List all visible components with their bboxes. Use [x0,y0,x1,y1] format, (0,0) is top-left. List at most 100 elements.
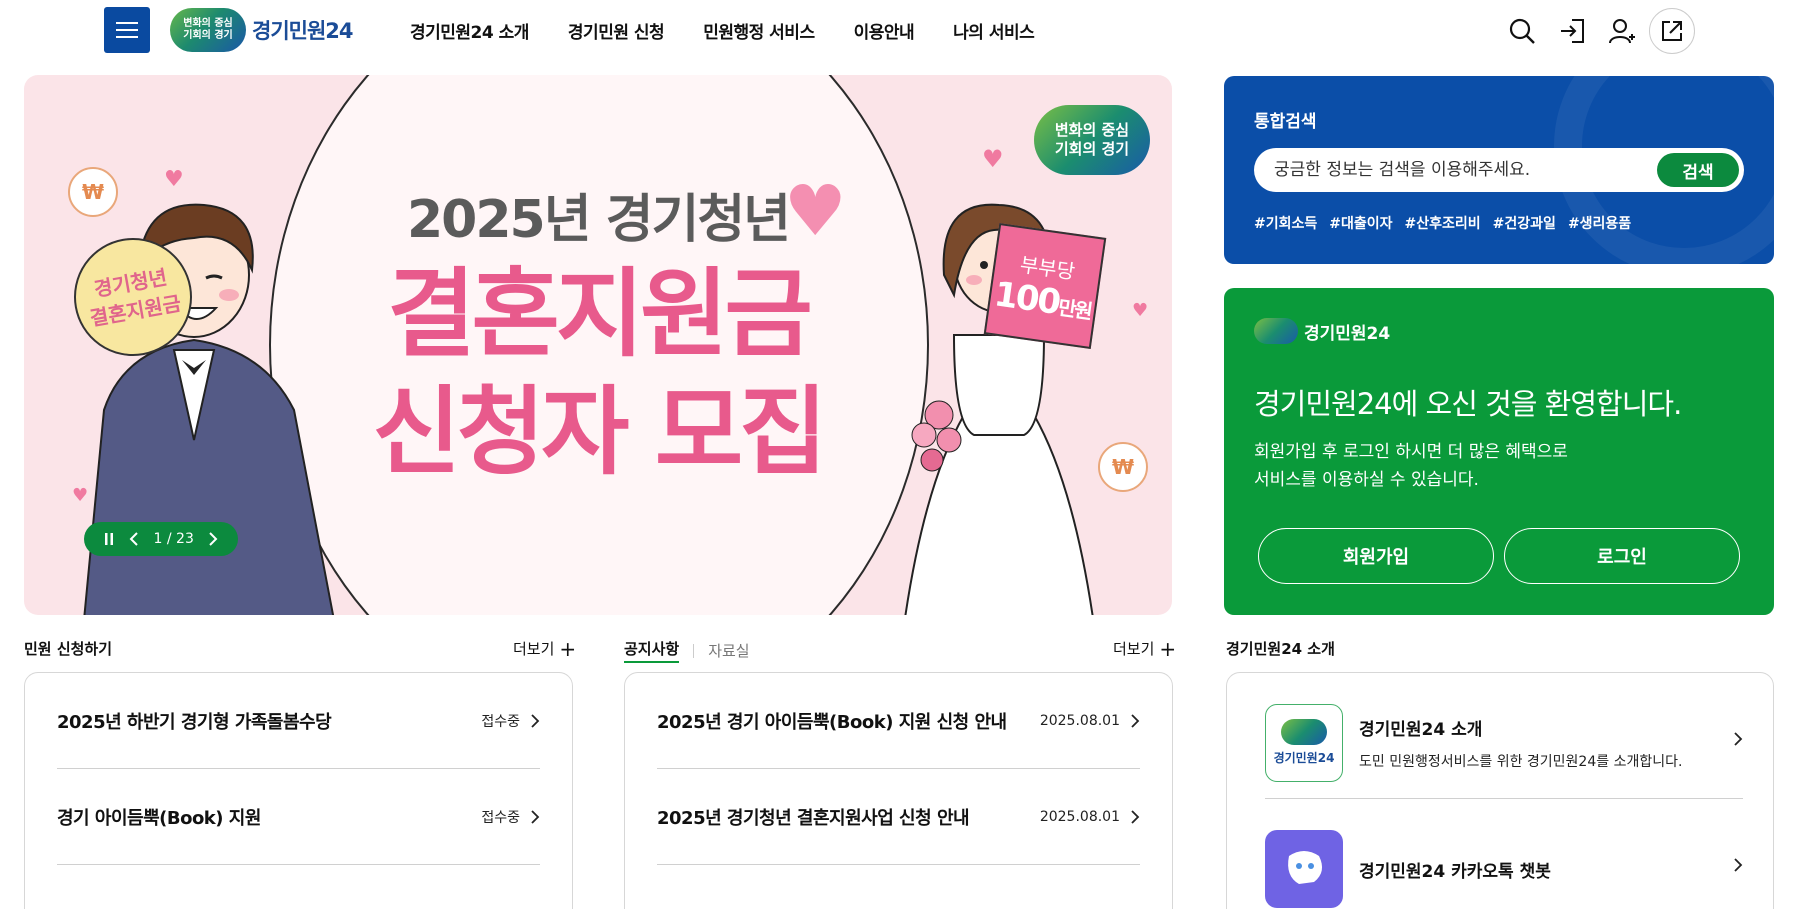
status-badge: 접수중 [481,713,520,730]
signup-user-icon[interactable] [1599,8,1645,54]
logo-text: 경기민원24 [252,19,354,43]
slide-counter: 1 / 23 [153,531,194,547]
search-tags: #기회소득 #대출이자 #산후조리비 #건강과일 #생리용품 [1254,213,1631,233]
hero-badge-line1: 변화의 중심 [1054,121,1130,139]
list-item-meta: 2025.08.01 [1040,713,1140,729]
nav-item-guide[interactable]: 이용안내 [854,18,915,43]
pause-icon[interactable] [103,532,115,546]
apply-section-title: 민원 신청하기 [24,640,113,658]
main-navigation: 경기민원24 소개 경기민원 신청 민원행정 서비스 이용안내 나의 서비스 [410,18,1073,43]
site-header: 변화의 중심 기회의 경기 경기민원24 경기민원24 소개 경기민원 신청 민… [0,0,1803,62]
notice-more-link[interactable]: 더보기 + [1113,638,1176,659]
next-slide-icon[interactable] [207,531,219,547]
more-label: 더보기 [1113,640,1155,658]
list-item[interactable]: 2025년 하반기 경기형 가족돌봄수당 접수중 [57,673,540,769]
list-item-meta: 2025.08.01 [1040,809,1140,825]
intro-item-title: 경기민원24 카카오톡 챗봇 [1359,861,1551,882]
list-item-title: 경기 아이듬뿍(Book) 지원 [57,807,261,829]
search-tag[interactable]: #건강과일 [1493,213,1556,233]
nav-item-my-service[interactable]: 나의 서비스 [953,18,1035,43]
nav-item-services[interactable]: 민원행정 서비스 [703,18,815,43]
intro-item-desc: 도민 민원행정서비스를 위한 경기민원24를 소개합니다. [1359,753,1683,770]
chevron-right-icon [1734,732,1743,746]
intro-item[interactable]: 경기민원24 카카오톡 챗봇 [1265,813,1743,909]
search-panel-label: 통합검색 [1254,112,1317,132]
login-icon[interactable] [1549,8,1595,54]
notice-list-card: 2025년 경기 아이듬뿍(Book) 지원 신청 안내 2025.08.01 … [624,672,1173,909]
menu-bar-icon [116,36,138,38]
welcome-desc-line2: 서비스를 이용하실 수 있습니다. [1254,470,1479,490]
list-item[interactable]: 경기 아이듬뿍(Book) 지원 접수중 [57,769,540,865]
intro-item[interactable]: 경기민원24 경기민원24 소개 도민 민원행정서비스를 위한 경기민원24를 … [1265,687,1743,799]
chevron-right-icon [531,809,540,824]
prev-slide-icon[interactable] [128,531,140,547]
intro-text: 경기민원24 소개 도민 민원행정서비스를 위한 경기민원24를 소개합니다. [1359,715,1682,771]
join-button[interactable]: 회원가입 [1258,528,1494,584]
list-item-title: 2025년 경기청년 결혼지원사업 신청 안내 [657,807,970,829]
nav-item-apply[interactable]: 경기민원 신청 [568,18,665,43]
external-link-icon[interactable] [1649,8,1695,54]
search-box: 검색 [1254,148,1744,192]
apply-more-link[interactable]: 더보기 + [513,638,576,659]
search-tag[interactable]: #기회소득 [1254,213,1317,233]
welcome-brand-text: 경기민원24 [1304,323,1391,344]
hero-badge-line2: 기회의 경기 [1054,140,1130,158]
chevron-right-icon [531,713,540,728]
intro-item-title: 경기민원24 소개 [1359,719,1483,740]
utility-menu [1499,8,1695,54]
plus-icon: + [1159,636,1177,661]
notice-tabs: 공지사항 자료실 [624,638,750,663]
welcome-panel: 경기민원24 경기민원24에 오신 것을 환영합니다. 회원가입 후 로그인 하… [1224,288,1774,615]
chevron-right-icon [1734,858,1743,872]
search-tag[interactable]: #산후조리비 [1405,213,1481,233]
tab-notice[interactable]: 공지사항 [624,638,680,663]
chatbot-icon [1288,851,1323,884]
menu-bar-icon [116,29,138,31]
tab-divider [693,643,695,658]
hero-title-line1: 결혼지원금 [387,258,813,370]
intro-thumb: 경기민원24 [1265,703,1343,782]
chevron-right-icon [1131,713,1140,728]
nav-item-intro[interactable]: 경기민원24 소개 [410,18,529,43]
hero-banner[interactable]: 경기청년 결혼지원금 부부당 100만원 변화의 중심 기회의 경기 ₩ ₩ ♥… [24,75,1172,615]
hero-logo-badge: 변화의 중심 기회의 경기 [1034,105,1150,175]
search-tag[interactable]: #대출이자 [1329,213,1392,233]
search-tag[interactable]: #생리용품 [1568,213,1631,233]
list-item-date: 2025.08.01 [1039,808,1120,825]
hero-title-year: 2025년 경기청년 [406,190,791,250]
welcome-heading: 경기민원24에 오신 것을 환영합니다. [1254,387,1682,421]
intro-card: 경기민원24 경기민원24 소개 도민 민원행정서비스를 위한 경기민원24를 … [1226,672,1774,909]
hamburger-menu-button[interactable] [104,7,150,53]
logo-badge: 변화의 중심 기회의 경기 [170,8,246,52]
apply-list-card: 2025년 하반기 경기형 가족돌봄수당 접수중 경기 아이듬뿍(Book) 지… [24,672,573,909]
more-label: 더보기 [513,640,555,658]
search-icon[interactable] [1499,8,1545,54]
search-button[interactable]: 검색 [1657,153,1739,187]
list-item-title: 2025년 경기 아이듬뿍(Book) 지원 신청 안내 [657,711,1007,733]
list-item-meta: 접수중 [481,711,540,731]
plus-icon: + [559,636,577,661]
intro-text: 경기민원24 카카오톡 챗봇 [1359,857,1551,882]
heart-icon: ♥ [982,145,1004,173]
list-item-date: 2025.08.01 [1039,712,1120,729]
tab-archive[interactable]: 자료실 [708,640,749,661]
list-item-meta: 접수중 [481,807,540,827]
site-logo[interactable]: 변화의 중심 기회의 경기 경기민원24 [170,8,354,52]
status-badge: 접수중 [481,809,520,826]
hero-title-line2: 신청자 모집 [372,376,827,488]
list-item[interactable]: 2025년 경기 아이듬뿍(Book) 지원 신청 안내 2025.08.01 [657,673,1140,769]
list-item[interactable]: 2025년 경기청년 결혼지원사업 신청 안내 2025.08.01 [657,769,1140,865]
mini-logo-badge [1281,719,1327,745]
chevron-right-icon [1131,809,1140,824]
welcome-description: 회원가입 후 로그인 하시면 더 많은 혜택으로 서비스를 이용하실 수 있습니… [1254,438,1568,494]
login-button[interactable]: 로그인 [1504,528,1740,584]
list-item-title: 2025년 하반기 경기형 가족돌봄수당 [57,711,332,733]
logo-badge-line2: 기회의 경기 [183,30,233,41]
logo-badge-line1: 변화의 중심 [183,18,233,29]
search-input[interactable] [1274,148,1634,192]
welcome-brand: 경기민원24 [1254,318,1390,344]
chatbot-thumb [1265,830,1343,908]
intro-section-title: 경기민원24 소개 [1226,640,1335,658]
brand-mini-logo [1254,318,1298,344]
slider-controls: 1 / 23 [84,522,238,556]
